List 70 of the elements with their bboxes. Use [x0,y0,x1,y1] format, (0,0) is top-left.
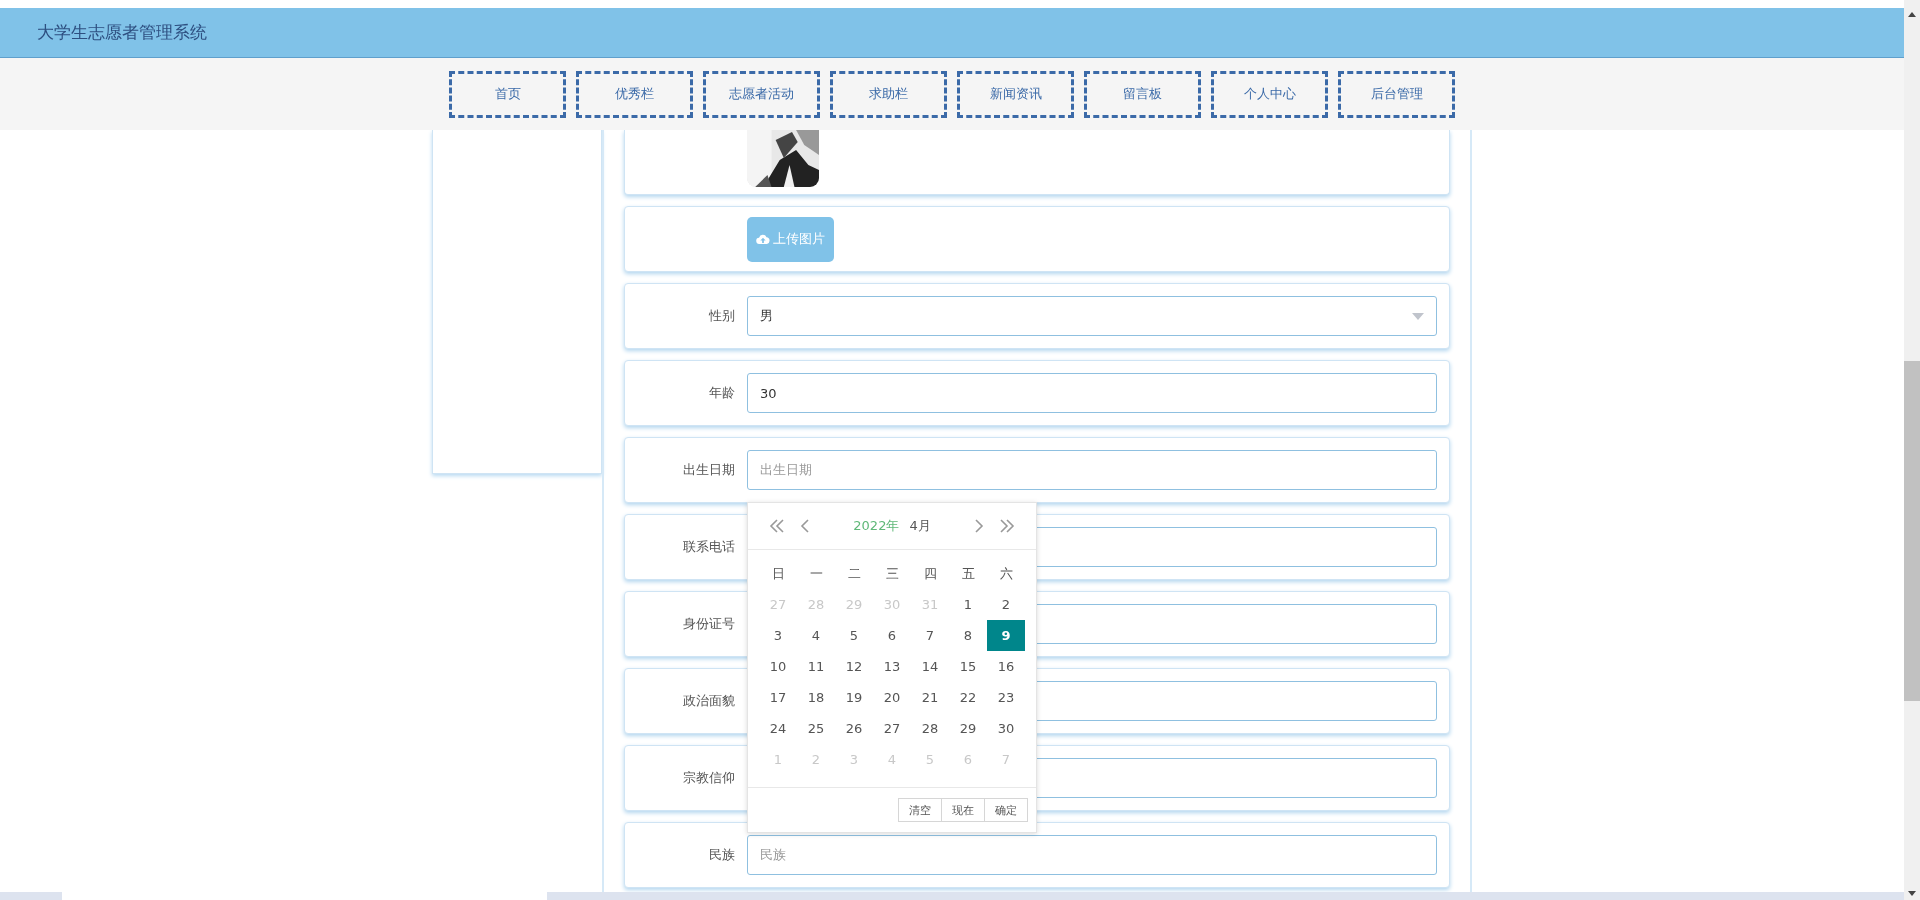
weekday-label: 六 [998,564,1014,583]
calendar-day[interactable]: 29 [949,713,987,744]
field-label: 宗教信仰 [682,769,736,787]
calendar-day[interactable]: 2 [987,589,1025,620]
calendar-day[interactable]: 10 [759,651,797,682]
picker-button[interactable]: 确定 [984,798,1028,822]
calendar-day[interactable]: 18 [797,682,835,713]
field-label: 出生日期 [682,461,736,479]
calendar-day[interactable]: 20 [873,682,911,713]
calendar-day[interactable]: 7 [911,620,949,651]
calendar-day[interactable]: 3 [759,620,797,651]
up-arrow-icon [1908,12,1916,17]
calendar-day[interactable]: 19 [835,682,873,713]
nav-link[interactable]: 后台管理 [1338,70,1455,118]
calendar-day[interactable]: 12 [835,651,873,682]
calendar-day[interactable]: 11 [797,651,835,682]
field-label: 民族 [708,846,736,864]
calendar-day[interactable]: 24 [759,713,797,744]
picker-button[interactable]: 清空 [898,798,942,822]
calendar-day[interactable]: 28 [911,713,949,744]
nav-link[interactable]: 个人中心 [1211,70,1328,118]
calendar-day[interactable]: 25 [797,713,835,744]
weekday-label: 一 [808,564,824,583]
nav-link[interactable]: 志愿者活动 [703,70,820,118]
calendar-day[interactable]: 8 [949,620,987,651]
vertical-scrollbar[interactable] [1904,0,1920,900]
calendar-day[interactable]: 30 [987,713,1025,744]
horizontal-scrollbar[interactable] [0,892,1904,900]
calendar-day[interactable]: 27 [873,713,911,744]
field-label: 政治面貌 [682,692,736,710]
down-arrow-icon [1908,891,1916,896]
right-chevron-icon[interactable] [974,518,984,534]
left-chevron-icon[interactable] [800,518,810,534]
nav-link[interactable]: 优秀栏 [576,70,693,118]
cloud-upload-icon [756,233,770,245]
calendar-day[interactable]: 26 [835,713,873,744]
calendar-day[interactable]: 13 [873,651,911,682]
calendar-day[interactable]: 21 [911,682,949,713]
weekday-label: 二 [846,564,862,583]
double-right-chevron-icon[interactable] [998,518,1016,534]
nav-link[interactable]: 求助栏 [830,70,947,118]
month-label[interactable]: 4月 [909,517,931,535]
input-field[interactable]: 30 [747,373,1437,413]
caret-icon [1412,312,1424,320]
weekday-label: 四 [922,564,938,583]
calendar-day[interactable]: 15 [949,651,987,682]
weekday-label: 五 [960,564,976,583]
picker-button[interactable]: 现在 [941,798,985,822]
nav-link[interactable]: 留言板 [1084,70,1201,118]
calendar-day[interactable]: 16 [987,651,1025,682]
calendar-day[interactable]: 1 [949,589,987,620]
calendar-day[interactable]: 14 [911,651,949,682]
calendar-day[interactable]: 5 [835,620,873,651]
nav-link[interactable]: 新闻资讯 [957,70,1074,118]
weekday-label: 日 [770,564,786,583]
weekday-label: 三 [884,564,900,583]
nav-link[interactable]: 首页 [449,70,566,118]
calendar-day[interactable]: 6 [873,620,911,651]
field-label: 联系电话 [682,538,736,556]
double-left-chevron-icon[interactable] [768,518,786,534]
select-field[interactable]: 男 [747,296,1437,336]
calendar-day[interactable]: 22 [949,682,987,713]
calendar-day[interactable]: 23 [987,682,1025,713]
calendar-day[interactable]: 9 [987,620,1025,651]
field-label: 性别 [708,307,736,325]
calendar-day[interactable]: 17 [759,682,797,713]
calendar-day[interactable]: 4 [797,620,835,651]
field-label: 身份证号 [682,615,736,633]
site-title: 大学生志愿者管理系统 [37,21,207,44]
field-label: 年龄 [708,384,736,402]
